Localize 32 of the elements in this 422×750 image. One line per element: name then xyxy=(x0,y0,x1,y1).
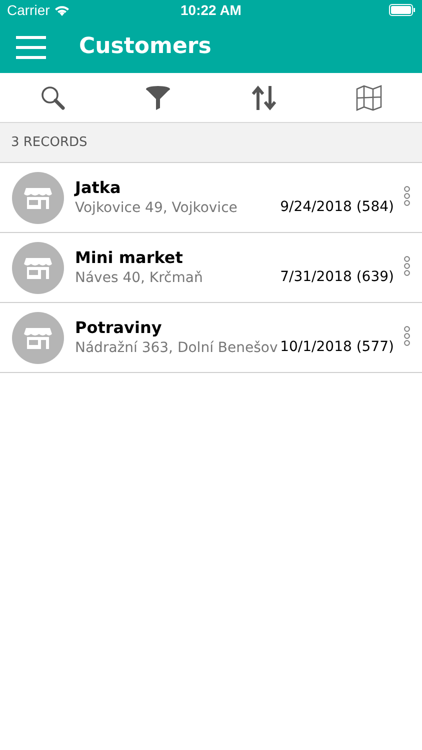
funnel-icon xyxy=(145,85,172,111)
shop-avatar-icon xyxy=(12,242,64,294)
clock: 10:22 AM xyxy=(180,0,242,20)
visit-date: 9/24/2018 (584) xyxy=(280,198,394,217)
records-count: 3 RECORDS xyxy=(11,134,88,152)
customer-name: Mini market xyxy=(75,248,184,268)
customer-address: Nádražní 363, Dolní Benešov xyxy=(75,338,279,358)
map-icon xyxy=(356,85,382,111)
shop-avatar-icon xyxy=(12,312,64,364)
customer-name: Jatka xyxy=(75,178,122,198)
battery-icon xyxy=(388,4,415,16)
customer-row[interactable]: Mini market Náves 40, Krčmaň 7/31/2018 (639) xyxy=(0,233,422,303)
more-button[interactable] xyxy=(402,326,412,346)
visit-date: 7/31/2018 (639) xyxy=(280,268,394,287)
customer-address: Náves 40, Krčmaň xyxy=(75,268,204,288)
carrier-label: Carrier xyxy=(7,0,50,20)
menu-icon xyxy=(16,34,46,58)
more-button[interactable] xyxy=(402,256,412,276)
more-icon xyxy=(403,326,411,346)
more-button[interactable] xyxy=(402,186,412,206)
sort-arrows-icon xyxy=(250,85,277,111)
customer-address: Vojkovice 49, Vojkovice xyxy=(75,198,238,218)
search-icon xyxy=(40,85,66,111)
customer-row[interactable]: Potraviny Nádražní 363, Dolní Benešov 10/1/2018 (577) xyxy=(0,303,422,373)
customer-row[interactable]: Jatka Vojkovice 49, Vojkovice 9/24/2018 (584) xyxy=(0,163,422,233)
customer-name: Potraviny xyxy=(75,318,163,338)
screen-title: Customers xyxy=(79,33,212,61)
more-icon xyxy=(403,186,411,206)
wifi-icon xyxy=(54,4,70,16)
visit-date: 10/1/2018 (577) xyxy=(280,338,394,357)
shop-avatar-icon xyxy=(12,172,64,224)
more-icon xyxy=(403,256,411,276)
